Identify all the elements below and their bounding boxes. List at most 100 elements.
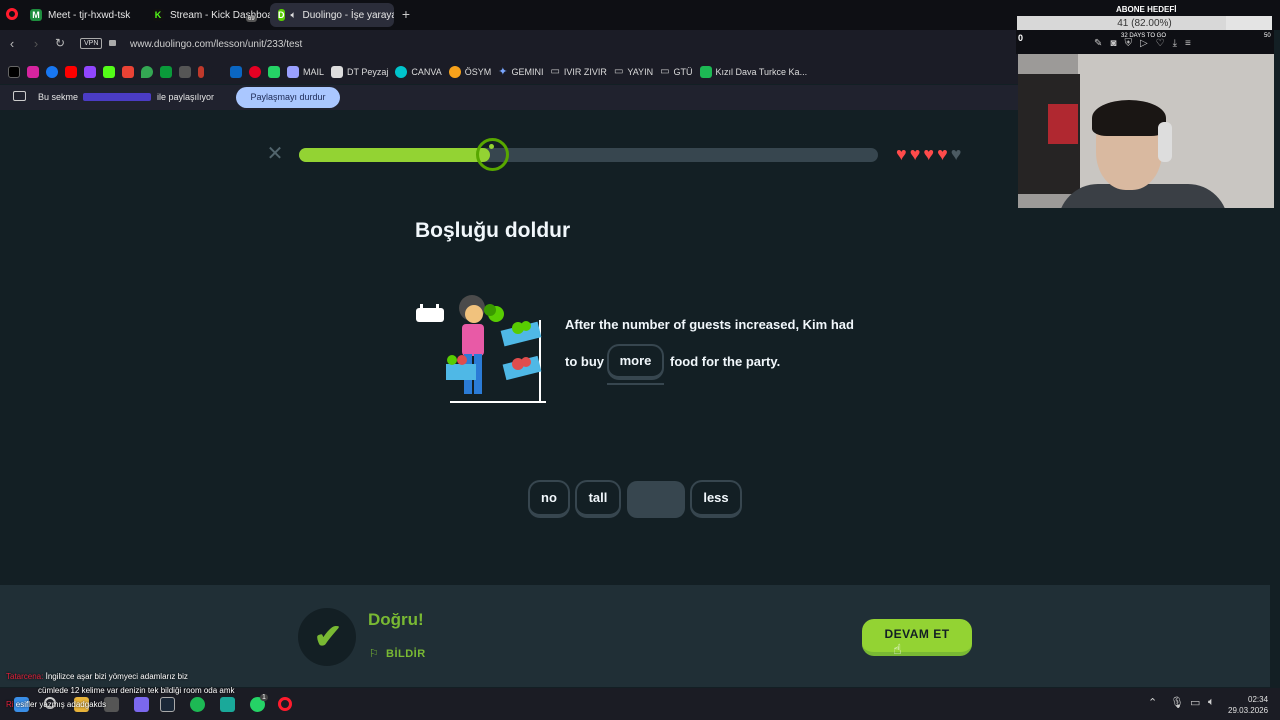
spotify-icon[interactable]	[190, 697, 205, 712]
bookmark-gemini[interactable]: ✦ GEMINI	[498, 65, 543, 78]
kick-icon[interactable]	[103, 65, 115, 78]
reload-icon[interactable]: ↻	[52, 36, 68, 50]
feedback-footer	[0, 585, 1270, 687]
stop-sharing-button[interactable]: Paylaşmayı durdur	[236, 87, 340, 108]
speaker-icon[interactable]: 🔈︎	[291, 10, 297, 21]
heart-icon[interactable]: ♡	[1156, 38, 1165, 49]
chat-message: cümlede 12 kelime var denizin tek bildiğ…	[38, 686, 235, 695]
word-chip-tall[interactable]: tall	[575, 480, 621, 518]
tab-meet[interactable]: M Meet - tjr-hxwd-tsk	[22, 3, 138, 27]
close-lesson-icon[interactable]: ✕	[266, 144, 284, 164]
bookmarks-bar: MAIL DT Peyzaj CANVA ÖSYM ✦ GEMINI ▭ IVIR …	[0, 59, 1018, 84]
word-chip-less[interactable]: less	[690, 480, 742, 518]
vpn-badge[interactable]: VPN	[80, 38, 103, 49]
tab-kick-dashboard[interactable]: K Stream - Kick Dashboard	[144, 3, 290, 27]
forward-icon[interactable]: ›	[28, 36, 44, 51]
link-icon[interactable]	[179, 65, 191, 78]
instagram-icon[interactable]	[27, 65, 39, 78]
bookmark-osym[interactable]: ÖSYM	[448, 65, 491, 78]
bookmark-canva[interactable]: CANVA	[395, 65, 442, 78]
heart-full-icon: ♥	[896, 144, 907, 164]
bookmark-folder-gtu[interactable]: ▭ GTÜ	[660, 66, 692, 77]
tab-sharing-bar: Bu sekme ile paylaşılıyor Paylaşmayı dur…	[0, 85, 1018, 110]
pinterest-icon[interactable]	[249, 65, 261, 78]
new-tab-button[interactable]: +	[398, 6, 414, 22]
share-prefix: Bu sekme	[38, 92, 79, 102]
goal-progress-text: 41 (82.00%)	[1117, 18, 1172, 29]
continue-button[interactable]: DEVAM ET	[862, 619, 972, 656]
meet-icon: M	[30, 9, 42, 21]
volume-icon[interactable]: 🔈︎	[1208, 696, 1215, 709]
shopper-illustration	[416, 295, 546, 403]
report-button[interactable]: BİLDİR	[386, 648, 426, 660]
edit-icon[interactable]: ✎	[1094, 38, 1102, 49]
tab-duolingo[interactable]: D 🔈︎ Duolingo - İşe yarayan	[270, 3, 394, 27]
mail-icon	[287, 65, 299, 78]
subscriber-goal-widget: ABONE HEDEFİ 41 (82.00%) 0 32 DAYS TO GO…	[1016, 0, 1274, 54]
shield-icon[interactable]: ⛨	[1124, 38, 1132, 49]
blank-icon[interactable]	[211, 65, 223, 78]
tab-label: Duolingo - İşe yarayan	[302, 9, 395, 21]
bookmark-dt-peyzaj[interactable]: DT Peyzaj	[331, 65, 388, 78]
opera-icon[interactable]	[278, 697, 292, 711]
chat-message: Ri esifler yazmış adadgakds	[6, 700, 107, 709]
challenge-title: Boşluğu doldur	[415, 219, 571, 242]
microphone-icon[interactable]: 🎙︎	[1170, 696, 1184, 709]
play-icon[interactable]: ▷	[1140, 38, 1148, 49]
tab-label: Meet - tjr-hxwd-tsk	[48, 9, 131, 21]
lock-icon[interactable]	[109, 40, 116, 46]
sentence-line-1: After the number of guests increased, Ki…	[565, 317, 854, 332]
camera-icon[interactable]: ◙	[1110, 38, 1116, 49]
url-field[interactable]: www.duolingo.com/lesson/unit/233/test	[130, 39, 302, 50]
flag-icon[interactable]: ⚐	[369, 647, 379, 660]
opera-logo-icon[interactable]	[6, 8, 18, 20]
chevron-up-icon[interactable]: ⌃	[1148, 696, 1157, 709]
headphones	[1158, 122, 1172, 162]
osym-icon	[448, 65, 461, 78]
progress-marker-dot	[489, 144, 494, 149]
bookmark-folder-yayin[interactable]: ▭ YAYIN	[614, 66, 653, 77]
linkedin-icon[interactable]	[230, 65, 242, 78]
goal-title: ABONE HEDEFİ	[1116, 5, 1177, 14]
bookmark-icon[interactable]	[198, 65, 204, 78]
bookmark-folder-ivir-zivir[interactable]: ▭ IVIR ZIVIR	[550, 66, 606, 77]
folder-icon: ▭	[660, 66, 670, 77]
download-icon[interactable]: ⤓	[1173, 38, 1177, 49]
heart-full-icon: ♥	[909, 144, 921, 164]
network-icon[interactable]: ▭	[1190, 696, 1200, 709]
bookmark-mail[interactable]: MAIL	[287, 65, 324, 78]
mouse-pointer-icon: ☝︎	[893, 641, 902, 657]
x-twitter-icon[interactable]	[8, 65, 20, 78]
lesson-progress-bar	[299, 148, 878, 162]
discord-icon[interactable]	[134, 697, 149, 712]
menu-icon[interactable]: ≡	[1185, 38, 1191, 49]
heart-full-icon: ♥	[923, 144, 935, 164]
filled-answer-chip[interactable]: more	[607, 344, 664, 380]
address-bar-row: ‹ › ↻ VPN www.duolingo.com/lesson/unit/2…	[0, 30, 1018, 59]
system-clock[interactable]: 02:34 29.03.2026	[1228, 694, 1268, 716]
gmail-icon[interactable]	[122, 65, 134, 78]
goal-start: 0	[1018, 33, 1024, 43]
bookmark-kizil-dava[interactable]: Kızıl Dava Turkce Ka...	[699, 65, 807, 78]
twitch-icon[interactable]	[84, 65, 96, 78]
clock-date: 29.03.2026	[1228, 706, 1269, 715]
folder-icon: ▭	[550, 66, 560, 77]
blank-underline	[607, 383, 664, 385]
screen-share-icon	[13, 91, 26, 101]
shared-with-redacted	[83, 93, 151, 101]
back-icon[interactable]: ‹	[4, 36, 20, 51]
app-icon[interactable]	[220, 697, 235, 712]
app-icon[interactable]	[104, 697, 119, 712]
facebook-icon[interactable]	[46, 65, 58, 78]
chat-message: Tatarcena: İngilizce aşar bizi yömyeci a…	[6, 672, 188, 681]
word-chip-no[interactable]: no	[528, 480, 570, 518]
whatsapp-icon[interactable]	[268, 65, 280, 78]
spotify-icon	[699, 65, 712, 78]
youtube-icon[interactable]	[65, 65, 77, 78]
kick-icon: K	[152, 9, 164, 21]
maps-icon[interactable]	[141, 65, 153, 78]
steam-icon[interactable]	[160, 697, 175, 712]
dollar-icon[interactable]	[160, 65, 172, 78]
feedback-status: Doğru!	[368, 610, 424, 629]
lesson-progress-fill	[299, 148, 491, 162]
